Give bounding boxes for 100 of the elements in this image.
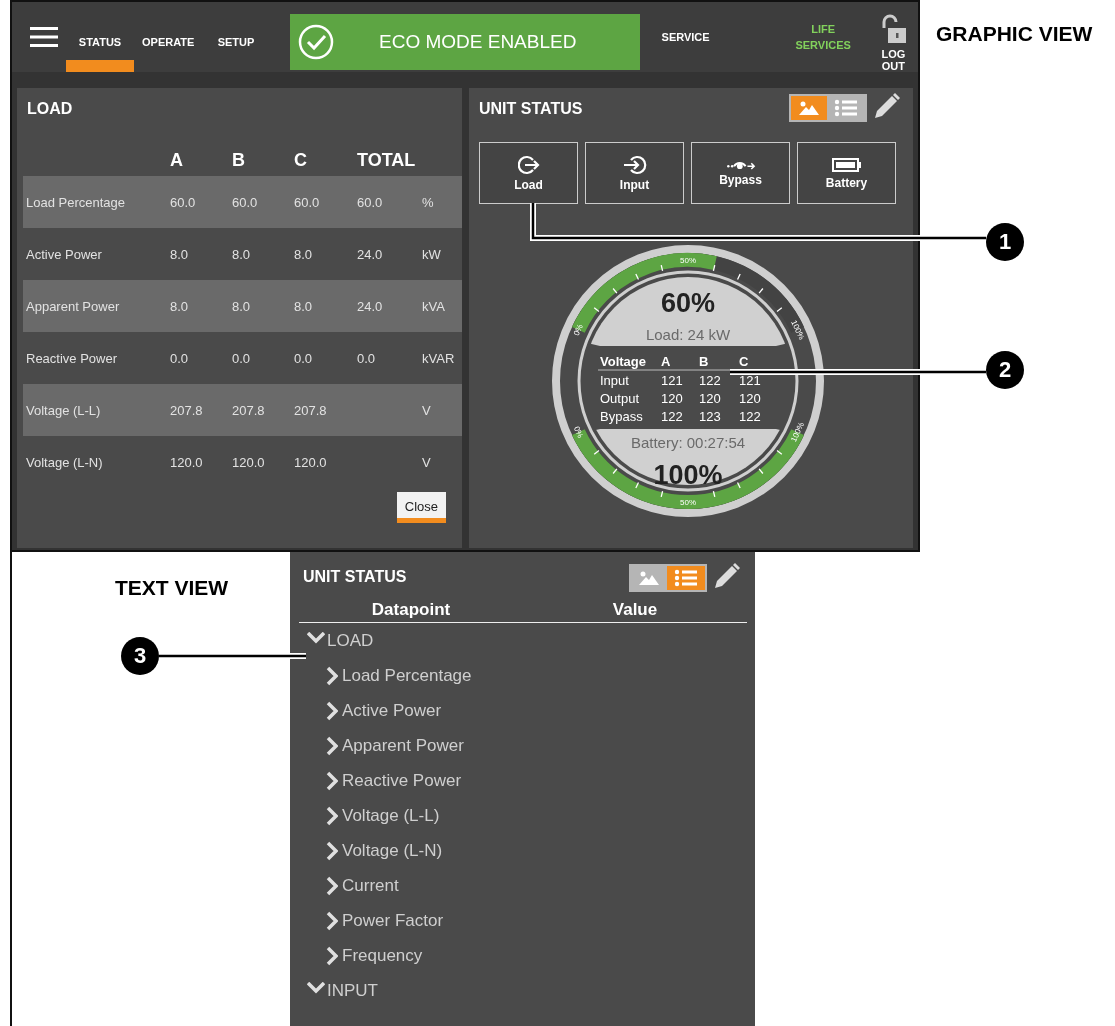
graphic-view-toggle[interactable] <box>791 96 827 120</box>
logout-button[interactable]: LOG OUT <box>868 2 918 72</box>
life-services-link[interactable]: LIFE SERVICES <box>791 2 855 72</box>
tree-item[interactable]: Apparent Power <box>326 728 464 763</box>
nav-tab[interactable]: OPERATE <box>134 2 202 72</box>
load-percent: 60% <box>661 288 715 318</box>
bypass-arc-icon <box>725 159 756 170</box>
table-cell: 0.0 <box>232 350 251 366</box>
tree-item[interactable]: Voltage (L-N) <box>326 833 443 868</box>
row-label: Load Percentage <box>26 194 126 210</box>
column-header: Value <box>612 600 658 619</box>
voltage-value: 120 <box>739 391 761 406</box>
tree-item[interactable]: INPUT <box>307 973 378 1008</box>
nav-tab[interactable]: STATUS <box>66 2 134 72</box>
eco-mode-text: ECO MODE ENABLED <box>379 31 577 53</box>
table-cell: 8.0 <box>170 246 189 262</box>
battery-percent: 100% <box>653 460 723 490</box>
column-header: Datapoint <box>371 600 451 619</box>
unit-view-button[interactable]: Battery <box>797 142 896 204</box>
list-icon <box>834 99 858 117</box>
column-header: B <box>232 150 245 170</box>
tree-item[interactable]: LOAD <box>307 623 374 658</box>
load-caption: Load: 24 kW <box>645 326 731 343</box>
figure-caption: TEXT VIEW <box>115 576 229 599</box>
column-header: A <box>170 150 183 170</box>
close-button[interactable]: Close <box>396 492 446 523</box>
unit-label: kVAR <box>422 350 455 366</box>
table-cell: 8.0 <box>232 298 251 314</box>
row-label: Apparent Power <box>26 298 120 314</box>
unit-label: % <box>422 194 434 210</box>
row-label: Voltage (L-L) <box>26 402 101 418</box>
tree-item[interactable]: Power Factor <box>326 903 444 938</box>
nav-tab[interactable]: SETUP <box>202 2 270 72</box>
image-icon <box>798 100 820 116</box>
callout-number: 3 <box>121 637 159 675</box>
voltage-column-header: C <box>739 354 749 369</box>
figure-caption: GRAPHIC VIEW <box>936 22 1093 45</box>
tree-item[interactable]: Voltage (L-L) <box>326 798 440 833</box>
panel-title: UNIT STATUS <box>303 568 407 587</box>
scale-label: 100% <box>789 420 807 444</box>
scale-label: 0% <box>571 322 585 337</box>
column-header: TOTAL <box>357 150 416 170</box>
tree-item[interactable]: Frequency <box>326 938 423 973</box>
table-cell: 207.8 <box>294 402 327 418</box>
table-cell: 60.0 <box>294 194 320 210</box>
list-icon <box>674 569 698 587</box>
voltage-value: 122 <box>661 409 683 424</box>
row-label: Voltage (L-N) <box>26 454 103 470</box>
row-label: Active Power <box>26 246 102 262</box>
scale-label: 100% <box>789 318 807 342</box>
voltage-value: 120 <box>699 391 721 406</box>
tree-item[interactable]: Active Power <box>326 693 442 728</box>
row-label: Reactive Power <box>26 350 118 366</box>
voltage-value: 121 <box>661 373 683 388</box>
voltage-column-header: B <box>699 354 709 369</box>
panel-title: UNIT STATUS <box>479 100 583 119</box>
unit-label: V <box>422 402 431 418</box>
table-cell: 0.0 <box>357 350 376 366</box>
voltage-row-label: Bypass <box>600 409 643 424</box>
menu-button[interactable] <box>30 26 58 48</box>
unit-view-button[interactable]: Input <box>585 142 684 204</box>
arrow-in-circle-icon <box>622 154 647 175</box>
battery-caption: Battery: 00:27:54 <box>630 434 746 451</box>
unit-label: kW <box>422 246 441 262</box>
scale-label: 50% <box>680 255 696 265</box>
table-cell: 0.0 <box>170 350 189 366</box>
scale-label: 50% <box>680 497 696 507</box>
tree-item[interactable]: Load Percentage <box>326 658 472 693</box>
column-header: C <box>294 150 307 170</box>
nav-tab[interactable]: SERVICE <box>653 2 718 72</box>
unit-label: V <box>422 454 431 470</box>
table-cell: 60.0 <box>232 194 258 210</box>
table-cell: 0.0 <box>294 350 313 366</box>
voltage-column-header: A <box>661 354 671 369</box>
voltage-row-label: Input <box>600 373 629 388</box>
text-view-toggle[interactable] <box>667 566 705 590</box>
menu-icon <box>30 26 58 48</box>
unit-label: kVA <box>422 298 445 314</box>
table-cell: 8.0 <box>170 298 189 314</box>
unit-view-button[interactable]: Bypass <box>691 142 790 204</box>
table-cell: 207.8 <box>170 402 203 418</box>
tree-item[interactable]: Current <box>326 868 399 903</box>
tree-item[interactable]: Reactive Power <box>326 763 462 798</box>
table-cell: 8.0 <box>232 246 251 262</box>
arrow-out-circle-icon <box>517 154 540 175</box>
panel-title: LOAD <box>27 100 74 119</box>
voltage-value: 122 <box>739 409 761 424</box>
table-cell: 60.0 <box>357 194 383 210</box>
table-cell: 60.0 <box>170 194 196 210</box>
voltage-row-label: Output <box>600 391 640 406</box>
table-cell: 8.0 <box>294 246 313 262</box>
battery-icon <box>831 156 862 173</box>
voltage-value: 122 <box>699 373 721 388</box>
callout-number: 1 <box>986 223 1024 261</box>
unit-view-button[interactable]: Load <box>479 142 578 204</box>
table-cell: 8.0 <box>294 298 313 314</box>
table-cell: 120.0 <box>170 454 203 470</box>
table-cell: 207.8 <box>232 402 265 418</box>
voltage-column-header: Voltage <box>600 354 646 369</box>
callout-number: 2 <box>986 351 1024 389</box>
